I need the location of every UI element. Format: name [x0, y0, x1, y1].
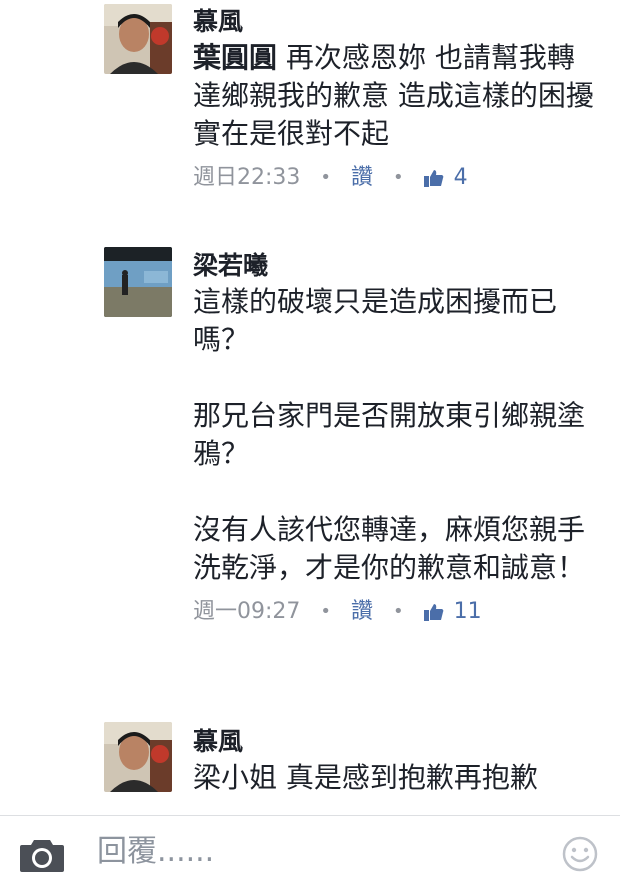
like-count[interactable]: 11 [423, 597, 482, 627]
comment-text: 梁小姐 真是感到抱歉再抱歉 [193, 761, 538, 794]
separator-dot: • [393, 601, 404, 622]
comment-timestamp[interactable]: 週日22:33 [193, 163, 300, 193]
comment-meta: 週日22:33 • 讚 • 4 [193, 163, 598, 193]
comment-thread: 慕風 葉圓圓 再次感恩妳 也請幫我轉達鄉親我的歉意 造成這樣的困擾實在是很對不起… [0, 0, 620, 815]
smiley-icon[interactable] [562, 836, 598, 876]
avatar[interactable] [104, 722, 172, 792]
comment-timestamp[interactable]: 週一09:27 [193, 597, 300, 627]
camera-icon[interactable] [20, 838, 64, 876]
separator-dot: • [320, 167, 332, 188]
like-count-value: 11 [453, 599, 482, 624]
comment-meta: 週一09:27 • 讚 • 11 [193, 597, 598, 627]
comment-text: 這樣的破壞只是造成困擾而已嗎？ 那兄台家門是否開放東引鄉親塗鴉？ 沒有人該代您轉… [193, 285, 586, 584]
mention-link[interactable]: 葉圓圓 [193, 41, 277, 74]
comment-text: 葉圓圓 再次感恩妳 也請幫我轉達鄉親我的歉意 造成這樣的困擾實在是很對不起 [193, 39, 598, 153]
like-count-value: 4 [453, 165, 468, 190]
avatar[interactable] [104, 247, 172, 317]
like-button[interactable]: 讚 [351, 163, 373, 193]
like-button[interactable]: 讚 [351, 597, 373, 627]
reply-composer: 回覆...... [0, 815, 620, 892]
comment-author[interactable]: 慕風 [193, 725, 598, 759]
separator-dot: • [320, 601, 332, 622]
avatar[interactable] [104, 4, 172, 74]
comment-author[interactable]: 梁若曦 [193, 249, 598, 283]
comment-author[interactable]: 慕風 [193, 5, 598, 39]
thumbs-up-icon [423, 169, 444, 187]
thumbs-up-icon [423, 603, 444, 621]
reply-input[interactable]: 回覆...... [97, 832, 214, 872]
like-count[interactable]: 4 [423, 163, 468, 193]
separator-dot: • [393, 167, 404, 188]
